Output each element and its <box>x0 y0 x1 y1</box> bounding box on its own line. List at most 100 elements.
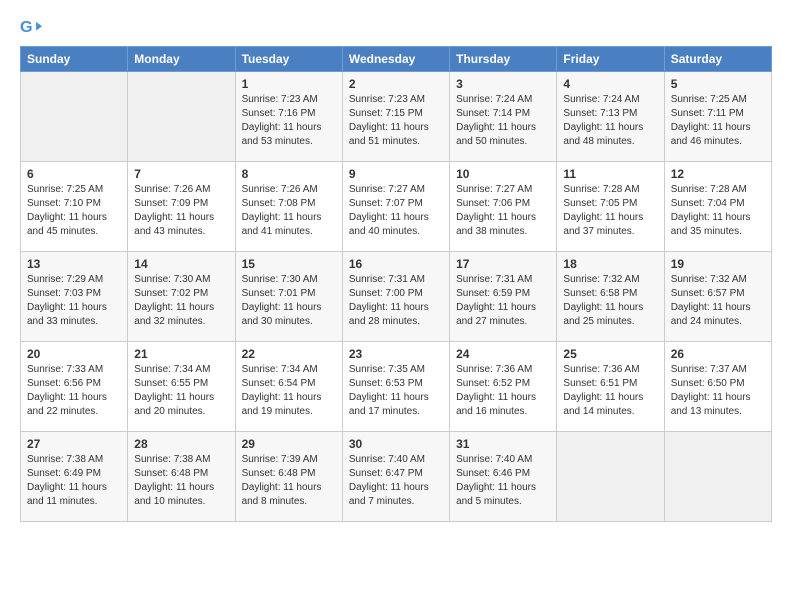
day-number: 25 <box>563 347 657 361</box>
day-info: Sunrise: 7:25 AM Sunset: 7:11 PM Dayligh… <box>671 93 765 149</box>
calendar-week-2: 6 Sunrise: 7:25 AM Sunset: 7:10 PM Daylig… <box>21 162 772 252</box>
calendar-cell: 1Sunrise: 7:23 AM Sunset: 7:16 PM Daylig… <box>235 72 342 162</box>
day-info: Sunrise: 7:23 AM Sunset: 7:15 PM Dayligh… <box>349 93 443 149</box>
day-info: Sunrise: 7:38 AM Sunset: 6:49 PM Dayligh… <box>27 453 121 509</box>
calendar-cell: 4 Sunrise: 7:24 AM Sunset: 7:13 PM Daylig… <box>557 72 664 162</box>
day-info: Sunrise: 7:26 AM Sunset: 7:08 PM Dayligh… <box>242 183 336 239</box>
calendar-cell: 27Sunrise: 7:38 AM Sunset: 6:49 PM Dayli… <box>21 432 128 522</box>
day-info: Sunrise: 7:31 AM Sunset: 6:59 PM Dayligh… <box>456 273 550 329</box>
calendar-cell: 6 Sunrise: 7:25 AM Sunset: 7:10 PM Daylig… <box>21 162 128 252</box>
day-number: 22 <box>242 347 336 361</box>
day-info: Sunrise: 7:28 AM Sunset: 7:05 PM Dayligh… <box>563 183 657 239</box>
day-info: Sunrise: 7:24 AM Sunset: 7:13 PM Dayligh… <box>563 93 657 149</box>
day-number: 1 <box>242 77 336 91</box>
day-number: 20 <box>27 347 121 361</box>
calendar-cell: 25Sunrise: 7:36 AM Sunset: 6:51 PM Dayli… <box>557 342 664 432</box>
svg-text:G: G <box>20 18 33 36</box>
day-info: Sunrise: 7:33 AM Sunset: 6:56 PM Dayligh… <box>27 363 121 419</box>
day-info: Sunrise: 7:32 AM Sunset: 6:57 PM Dayligh… <box>671 273 765 329</box>
calendar-cell: 22 Sunrise: 7:34 AM Sunset: 6:54 PM Dayli… <box>235 342 342 432</box>
calendar-cell: 7Sunrise: 7:26 AM Sunset: 7:09 PM Daylig… <box>128 162 235 252</box>
day-number: 4 <box>563 77 657 91</box>
calendar-header-row: SundayMondayTuesdayWednesdayThursdayFrid… <box>21 47 772 72</box>
calendar-cell: 11 Sunrise: 7:28 AM Sunset: 7:05 PM Dayli… <box>557 162 664 252</box>
calendar-cell: 19 Sunrise: 7:32 AM Sunset: 6:57 PM Dayli… <box>664 252 771 342</box>
day-number: 5 <box>671 77 765 91</box>
calendar-cell: 5 Sunrise: 7:25 AM Sunset: 7:11 PM Daylig… <box>664 72 771 162</box>
calendar-table: SundayMondayTuesdayWednesdayThursdayFrid… <box>20 46 772 522</box>
calendar-cell: 17 Sunrise: 7:31 AM Sunset: 6:59 PM Dayli… <box>450 252 557 342</box>
logo-icon: G <box>20 16 42 38</box>
day-info: Sunrise: 7:24 AM Sunset: 7:14 PM Dayligh… <box>456 93 550 149</box>
calendar-cell: 8 Sunrise: 7:26 AM Sunset: 7:08 PM Daylig… <box>235 162 342 252</box>
day-number: 14 <box>134 257 228 271</box>
day-info: Sunrise: 7:34 AM Sunset: 6:54 PM Dayligh… <box>242 363 336 419</box>
day-info: Sunrise: 7:31 AM Sunset: 7:00 PM Dayligh… <box>349 273 443 329</box>
day-info: Sunrise: 7:28 AM Sunset: 7:04 PM Dayligh… <box>671 183 765 239</box>
day-number: 31 <box>456 437 550 451</box>
weekday-header-monday: Monday <box>128 47 235 72</box>
day-info: Sunrise: 7:25 AM Sunset: 7:10 PM Dayligh… <box>27 183 121 239</box>
day-info: Sunrise: 7:40 AM Sunset: 6:46 PM Dayligh… <box>456 453 550 509</box>
calendar-cell: 16 Sunrise: 7:31 AM Sunset: 7:00 PM Dayli… <box>342 252 449 342</box>
weekday-header-sunday: Sunday <box>21 47 128 72</box>
day-info: Sunrise: 7:30 AM Sunset: 7:01 PM Dayligh… <box>242 273 336 329</box>
day-number: 15 <box>242 257 336 271</box>
day-info: Sunrise: 7:35 AM Sunset: 6:53 PM Dayligh… <box>349 363 443 419</box>
day-number: 2 <box>349 77 443 91</box>
day-number: 16 <box>349 257 443 271</box>
calendar-cell: 13 Sunrise: 7:29 AM Sunset: 7:03 PM Dayli… <box>21 252 128 342</box>
calendar-cell: 31 Sunrise: 7:40 AM Sunset: 6:46 PM Dayli… <box>450 432 557 522</box>
day-number: 6 <box>27 167 121 181</box>
logo: G <box>20 16 46 38</box>
day-number: 13 <box>27 257 121 271</box>
calendar-week-4: 20 Sunrise: 7:33 AM Sunset: 6:56 PM Dayli… <box>21 342 772 432</box>
day-number: 29 <box>242 437 336 451</box>
day-info: Sunrise: 7:29 AM Sunset: 7:03 PM Dayligh… <box>27 273 121 329</box>
day-number: 7 <box>134 167 228 181</box>
calendar-cell: 10 Sunrise: 7:27 AM Sunset: 7:06 PM Dayli… <box>450 162 557 252</box>
day-number: 28 <box>134 437 228 451</box>
weekday-header-friday: Friday <box>557 47 664 72</box>
day-number: 19 <box>671 257 765 271</box>
day-number: 8 <box>242 167 336 181</box>
weekday-header-saturday: Saturday <box>664 47 771 72</box>
day-info: Sunrise: 7:38 AM Sunset: 6:48 PM Dayligh… <box>134 453 228 509</box>
calendar-cell: 24Sunrise: 7:36 AM Sunset: 6:52 PM Dayli… <box>450 342 557 432</box>
calendar-cell: 9Sunrise: 7:27 AM Sunset: 7:07 PM Daylig… <box>342 162 449 252</box>
calendar-cell <box>664 432 771 522</box>
day-number: 24 <box>456 347 550 361</box>
calendar-week-1: 1Sunrise: 7:23 AM Sunset: 7:16 PM Daylig… <box>21 72 772 162</box>
calendar-week-5: 27Sunrise: 7:38 AM Sunset: 6:49 PM Dayli… <box>21 432 772 522</box>
day-number: 23 <box>349 347 443 361</box>
calendar-cell: 12 Sunrise: 7:28 AM Sunset: 7:04 PM Dayli… <box>664 162 771 252</box>
calendar-cell <box>557 432 664 522</box>
calendar-cell: 23 Sunrise: 7:35 AM Sunset: 6:53 PM Dayli… <box>342 342 449 432</box>
day-info: Sunrise: 7:30 AM Sunset: 7:02 PM Dayligh… <box>134 273 228 329</box>
day-info: Sunrise: 7:27 AM Sunset: 7:06 PM Dayligh… <box>456 183 550 239</box>
day-number: 11 <box>563 167 657 181</box>
calendar-cell: 30 Sunrise: 7:40 AM Sunset: 6:47 PM Dayli… <box>342 432 449 522</box>
calendar-cell: 3Sunrise: 7:24 AM Sunset: 7:14 PM Daylig… <box>450 72 557 162</box>
calendar-cell: 18 Sunrise: 7:32 AM Sunset: 6:58 PM Dayli… <box>557 252 664 342</box>
calendar-cell: 20 Sunrise: 7:33 AM Sunset: 6:56 PM Dayli… <box>21 342 128 432</box>
day-number: 10 <box>456 167 550 181</box>
weekday-header-tuesday: Tuesday <box>235 47 342 72</box>
day-number: 30 <box>349 437 443 451</box>
calendar-cell: 28 Sunrise: 7:38 AM Sunset: 6:48 PM Dayli… <box>128 432 235 522</box>
weekday-header-wednesday: Wednesday <box>342 47 449 72</box>
day-info: Sunrise: 7:39 AM Sunset: 6:48 PM Dayligh… <box>242 453 336 509</box>
day-info: Sunrise: 7:32 AM Sunset: 6:58 PM Dayligh… <box>563 273 657 329</box>
weekday-header-thursday: Thursday <box>450 47 557 72</box>
day-info: Sunrise: 7:27 AM Sunset: 7:07 PM Dayligh… <box>349 183 443 239</box>
day-number: 26 <box>671 347 765 361</box>
day-info: Sunrise: 7:40 AM Sunset: 6:47 PM Dayligh… <box>349 453 443 509</box>
calendar-cell <box>21 72 128 162</box>
day-number: 12 <box>671 167 765 181</box>
calendar-cell: 2 Sunrise: 7:23 AM Sunset: 7:15 PM Daylig… <box>342 72 449 162</box>
day-number: 17 <box>456 257 550 271</box>
day-number: 18 <box>563 257 657 271</box>
day-number: 21 <box>134 347 228 361</box>
calendar-week-3: 13 Sunrise: 7:29 AM Sunset: 7:03 PM Dayli… <box>21 252 772 342</box>
calendar-cell: 21Sunrise: 7:34 AM Sunset: 6:55 PM Dayli… <box>128 342 235 432</box>
